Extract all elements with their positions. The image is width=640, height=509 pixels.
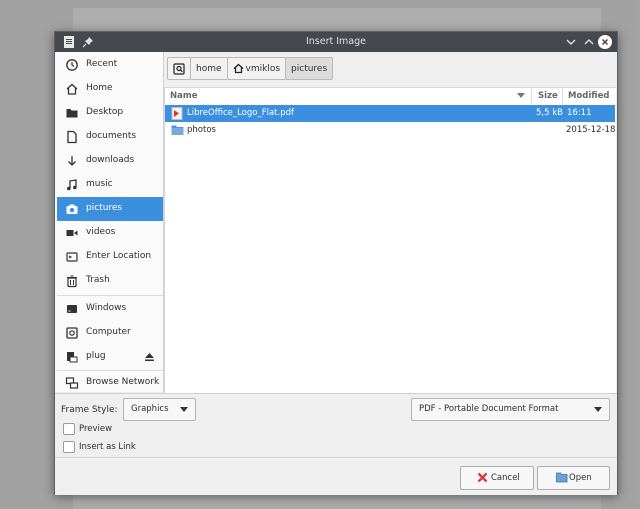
breadcrumb-vmiklos[interactable]: vmiklos <box>226 57 287 80</box>
minimize-icon[interactable] <box>563 34 579 50</box>
sidebar-item-label: Computer <box>86 327 131 337</box>
close-icon[interactable] <box>597 34 613 50</box>
chevron-down-icon <box>594 407 602 412</box>
sidebar-item-label: Trash <box>86 275 110 285</box>
insert-image-dialog: Insert Image Recent Home Desktop documen… <box>54 31 618 495</box>
trash-icon <box>67 275 77 288</box>
sidebar-item-trash[interactable]: Trash <box>57 269 163 293</box>
sidebar-item-label: downloads <box>86 155 135 165</box>
chevron-down-icon <box>180 407 188 412</box>
sidebar-item-pictures[interactable]: pictures <box>57 197 163 221</box>
sidebar-item-label: videos <box>86 227 116 237</box>
file-modified: 2015-12-18 <box>566 125 616 135</box>
frame-style-select[interactable]: Graphics <box>123 398 196 421</box>
download-icon <box>68 156 76 166</box>
sidebar-item-computer[interactable]: Computer <box>57 321 163 345</box>
computer-icon <box>66 327 78 339</box>
sidebar-item-label: Home <box>86 83 113 93</box>
file-type-filter-select[interactable]: PDF - Portable Document Format <box>411 398 610 421</box>
sidebar-item-label: plug <box>86 351 106 361</box>
sidebar-item-enter-location[interactable]: Enter Location <box>57 245 163 269</box>
sidebar-item-label: Recent <box>86 59 118 69</box>
location-icon <box>66 252 78 262</box>
pdf-file-icon <box>171 107 183 120</box>
folder-icon <box>171 125 184 135</box>
breadcrumb-home[interactable]: home <box>190 57 228 80</box>
insert-as-link-checkbox[interactable] <box>63 441 75 453</box>
file-name: photos <box>187 125 216 135</box>
sidebar-item-music[interactable]: music <box>57 173 163 197</box>
sidebar-item-label: Browse Network <box>86 377 160 387</box>
sidebar-divider <box>57 295 163 296</box>
column-header-modified[interactable]: Modified <box>563 88 615 104</box>
home-icon <box>66 83 78 95</box>
sidebar-item-label: Enter Location <box>86 251 152 261</box>
options-area: Frame Style: Graphics PDF - Portable Doc… <box>55 393 617 495</box>
sidebar-item-label: music <box>86 179 113 189</box>
sidebar-item-browse-network[interactable]: Browse Network <box>57 371 163 395</box>
file-row[interactable]: LibreOffice_Logo_Flat.pdf 5,5 kB 16:11 <box>165 105 615 122</box>
column-header-size[interactable]: Size <box>532 88 563 104</box>
cancel-icon <box>477 472 488 483</box>
places-sidebar: Recent Home Desktop documents downloads <box>55 52 164 392</box>
cancel-button[interactable]: Cancel <box>460 466 534 490</box>
file-name: LibreOffice_Logo_Flat.pdf <box>187 108 295 118</box>
maximize-icon[interactable] <box>581 34 597 50</box>
sidebar-item-recent[interactable]: Recent <box>57 53 163 77</box>
sidebar-item-desktop[interactable]: Desktop <box>57 101 163 125</box>
button-divider <box>55 457 617 458</box>
sidebar-item-home[interactable]: Home <box>57 77 163 101</box>
sidebar-item-videos[interactable]: videos <box>57 221 163 245</box>
folder-icon <box>66 109 78 118</box>
drive-icon <box>67 305 77 313</box>
clock-icon <box>66 59 78 71</box>
home-icon <box>233 63 243 74</box>
open-folder-icon <box>556 472 568 483</box>
breadcrumb-label: home <box>196 63 222 74</box>
file-modified: 16:11 <box>567 108 592 118</box>
file-row[interactable]: photos 2015-12-18 <box>165 122 615 139</box>
eject-icon[interactable] <box>144 352 155 362</box>
frame-style-label: Frame Style: <box>61 405 118 415</box>
sidebar-item-label: Desktop <box>86 107 124 117</box>
sidebar-item-label: documents <box>86 131 137 141</box>
breadcrumb: home vmiklos pictures <box>167 57 334 80</box>
open-button[interactable]: Open <box>537 466 610 490</box>
file-type-filter-value: PDF - Portable Document Format <box>419 404 559 414</box>
file-list: Name Size Modified LibreOffice_Logo_Flat… <box>164 87 616 393</box>
network-icon <box>65 377 79 389</box>
location-toggle-icon <box>173 62 185 75</box>
breadcrumb-label: pictures <box>291 63 328 74</box>
preview-label: Preview <box>79 424 113 434</box>
sidebar-item-plug[interactable]: plug <box>57 345 163 369</box>
document-icon <box>67 130 77 144</box>
preview-checkbox[interactable] <box>63 423 75 435</box>
path-toggle-button[interactable] <box>167 57 191 80</box>
sidebar-item-label: Windows <box>86 303 127 313</box>
camera-icon <box>66 204 78 214</box>
sidebar-item-documents[interactable]: documents <box>57 125 163 149</box>
column-header-name[interactable]: Name <box>165 88 532 104</box>
sidebar-item-windows[interactable]: Windows <box>57 297 163 321</box>
usb-drive-icon <box>67 352 78 363</box>
music-icon <box>67 179 77 191</box>
video-icon <box>66 230 78 236</box>
sidebar-item-label: pictures <box>86 203 123 213</box>
breadcrumb-label: vmiklos <box>245 63 281 74</box>
sort-descending-icon <box>517 93 525 98</box>
insert-as-link-label: Insert as Link <box>79 442 136 452</box>
titlebar[interactable]: Insert Image <box>55 32 617 52</box>
breadcrumb-pictures[interactable]: pictures <box>285 57 334 80</box>
dialog-title: Insert Image <box>305 36 367 47</box>
file-size: 5,5 kB <box>536 108 563 118</box>
frame-style-value: Graphics <box>131 404 169 414</box>
sidebar-item-downloads[interactable]: downloads <box>57 149 163 173</box>
